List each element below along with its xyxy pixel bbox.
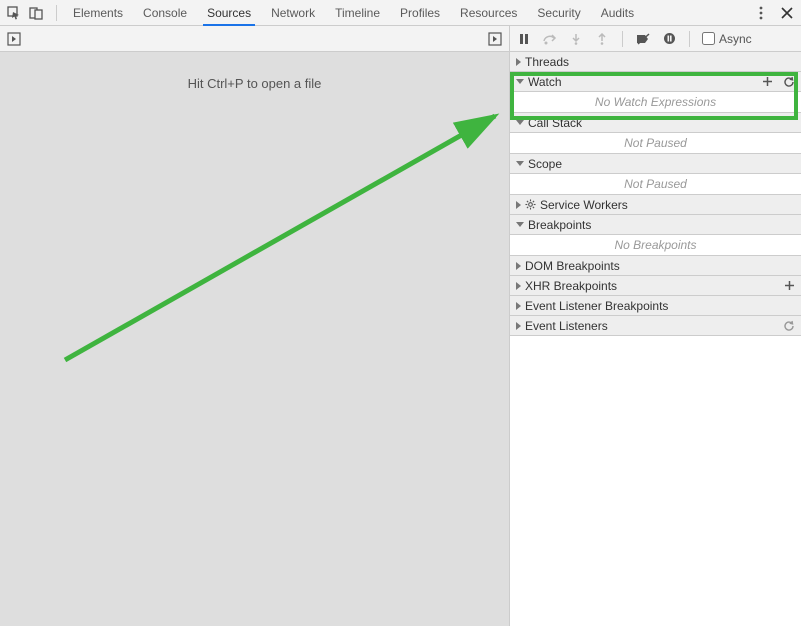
chevron-right-icon [516, 302, 521, 310]
section-scope[interactable]: Scope [510, 154, 801, 174]
add-watch-icon[interactable] [762, 76, 773, 87]
chevron-down-icon [516, 222, 524, 227]
breakpoints-label: Breakpoints [528, 218, 591, 232]
tab-profiles[interactable]: Profiles [390, 0, 450, 25]
inspect-icon[interactable] [6, 5, 22, 21]
scope-label: Scope [528, 157, 562, 171]
device-icon[interactable] [28, 5, 44, 21]
xhr-breakpoints-label: XHR Breakpoints [525, 279, 617, 293]
watch-label: Watch [528, 75, 562, 89]
pause-icon[interactable] [516, 31, 532, 47]
open-file-hint: Hit Ctrl+P to open a file [0, 76, 509, 91]
async-checkbox-input[interactable] [702, 32, 715, 45]
more-icon[interactable] [753, 5, 769, 21]
async-label: Async [719, 32, 752, 46]
chevron-right-icon [516, 322, 521, 330]
tab-list: Elements Console Sources Network Timelin… [63, 0, 644, 25]
refresh-event-listeners-icon[interactable] [783, 320, 795, 332]
add-xhr-breakpoint-icon[interactable] [784, 280, 795, 291]
pause-on-exceptions-icon[interactable] [661, 31, 677, 47]
chevron-down-icon [516, 161, 524, 166]
tab-security[interactable]: Security [527, 0, 590, 25]
editor-area: Hit Ctrl+P to open a file [0, 52, 509, 626]
gear-icon [525, 199, 536, 210]
dom-breakpoints-label: DOM Breakpoints [525, 259, 620, 273]
tab-resources[interactable]: Resources [450, 0, 527, 25]
tab-audits[interactable]: Audits [591, 0, 644, 25]
top-tab-bar: Elements Console Sources Network Timelin… [0, 0, 801, 26]
async-checkbox[interactable]: Async [702, 32, 752, 46]
step-into-icon[interactable] [568, 31, 584, 47]
section-breakpoints[interactable]: Breakpoints [510, 215, 801, 235]
event-listeners-label: Event Listeners [525, 319, 608, 333]
tab-sources[interactable]: Sources [197, 0, 261, 25]
step-out-icon[interactable] [594, 31, 610, 47]
chevron-right-icon [516, 282, 521, 290]
debugger-pane: Async Threads Watch No Watch Expressions… [510, 26, 801, 626]
tab-elements[interactable]: Elements [63, 0, 133, 25]
chevron-right-icon [516, 201, 521, 209]
section-threads[interactable]: Threads [510, 52, 801, 72]
show-navigator-icon[interactable] [6, 31, 22, 47]
callstack-label: Call Stack [528, 116, 582, 130]
chevron-right-icon [516, 262, 521, 270]
section-service-workers[interactable]: Service Workers [510, 195, 801, 215]
chevron-right-icon [516, 58, 521, 66]
scope-body: Not Paused [510, 174, 801, 195]
callstack-body: Not Paused [510, 133, 801, 154]
chevron-down-icon [516, 120, 524, 125]
sources-left-pane: Hit Ctrl+P to open a file [0, 26, 510, 626]
threads-label: Threads [525, 55, 569, 69]
watch-body: No Watch Expressions [510, 92, 801, 113]
show-debugger-icon[interactable] [487, 31, 503, 47]
chevron-down-icon [516, 79, 524, 84]
event-listener-bp-label: Event Listener Breakpoints [525, 299, 668, 313]
section-event-listeners[interactable]: Event Listeners [510, 316, 801, 336]
service-workers-label: Service Workers [540, 198, 628, 212]
tab-console[interactable]: Console [133, 0, 197, 25]
section-dom-breakpoints[interactable]: DOM Breakpoints [510, 256, 801, 276]
section-callstack[interactable]: Call Stack [510, 113, 801, 133]
deactivate-breakpoints-icon[interactable] [635, 31, 651, 47]
section-watch[interactable]: Watch [510, 72, 801, 92]
breakpoints-body: No Breakpoints [510, 235, 801, 256]
close-icon[interactable] [779, 5, 795, 21]
step-over-icon[interactable] [542, 31, 558, 47]
section-event-listener-breakpoints[interactable]: Event Listener Breakpoints [510, 296, 801, 316]
tab-network[interactable]: Network [261, 0, 325, 25]
tab-timeline[interactable]: Timeline [325, 0, 390, 25]
section-xhr-breakpoints[interactable]: XHR Breakpoints [510, 276, 801, 296]
refresh-watch-icon[interactable] [783, 76, 795, 88]
